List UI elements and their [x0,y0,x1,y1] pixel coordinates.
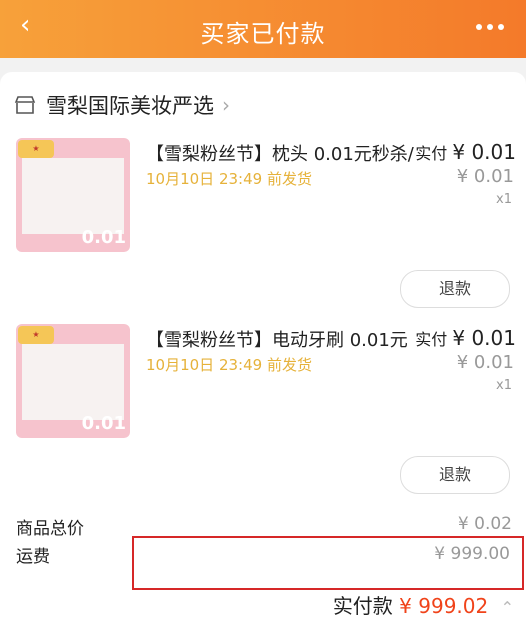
original-price: ¥ 0.01 [456,166,514,187]
paid-label: 实付 [415,144,448,163]
item-quantity: x1 [496,192,512,207]
paid-price: 实付 ¥ 0.01 [415,140,516,164]
paid-value: ¥ 0.01 [452,326,516,350]
more-dots-icon[interactable] [472,24,508,32]
shop-header[interactable]: 雪梨国际美妆严选 › [14,92,230,118]
product-image[interactable]: ★ 0.01 [16,324,130,438]
ship-by-date: 10月10日 23:49 前发货 [146,170,312,188]
goods-total-label: 商品总价 [16,519,84,539]
item-title[interactable]: 【雪梨粉丝节】枕头 0.01元秒杀/ [146,140,414,166]
refund-button[interactable]: 退款 [400,456,510,494]
page-title: 买家已付款 [200,20,326,48]
product-image[interactable]: ★ 0.01 [16,138,130,252]
highlight-box [132,536,524,590]
item-quantity: x1 [496,378,512,393]
promo-badge-icon: ★ [18,140,54,158]
promo-badge-icon: ★ [18,326,54,344]
top-bar: ‹ 买家已付款 [0,0,526,58]
store-icon [14,96,36,114]
product-photo [22,158,124,234]
item-title[interactable]: 【雪梨粉丝节】电动牙刷 0.01元 [146,326,408,352]
chevron-right-icon: › [222,93,230,117]
shop-name: 雪梨国际美妆严选 [46,94,214,118]
goods-total-value: ¥ 0.02 [457,514,512,534]
paid-price: 实付 ¥ 0.01 [415,326,516,350]
total-paid: 实付款 ¥ 999.02 ⌃ [333,590,514,619]
total-value: ¥ 999.02 [399,594,489,618]
total-label: 实付款 [332,594,393,618]
paid-value: ¥ 0.01 [452,140,516,164]
product-photo [22,344,124,420]
refund-button[interactable]: 退款 [400,270,510,308]
original-price: ¥ 0.01 [456,352,514,373]
order-item[interactable]: ★ 0.01 【雪梨粉丝节】电动牙刷 0.01元 10月10日 23:49 前发… [0,324,526,494]
thumb-price: 0.01 [81,227,126,248]
thumb-price: 0.01 [81,413,126,434]
order-item[interactable]: ★ 0.01 【雪梨粉丝节】枕头 0.01元秒杀/ 10月10日 23:49 前… [0,138,526,308]
shipping-label: 运费 [16,547,50,567]
ship-by-date: 10月10日 23:49 前发货 [146,356,312,374]
chevron-up-icon[interactable]: ⌃ [501,598,514,617]
paid-label: 实付 [415,330,448,349]
